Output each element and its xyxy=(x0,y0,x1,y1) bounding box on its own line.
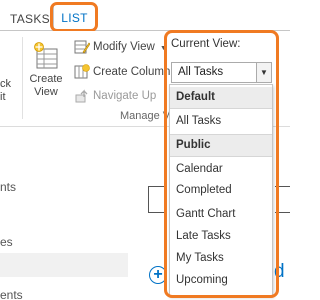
modify-view-label: Modify View xyxy=(93,41,155,53)
tab-highlight-outline xyxy=(50,2,98,32)
create-view-icon xyxy=(34,42,58,69)
create-column-icon xyxy=(74,64,90,79)
ribbon-button-fragment[interactable]: ck xyxy=(0,78,11,91)
ribbon-button-fragment-2: it xyxy=(0,91,6,103)
create-view-label-1: Create xyxy=(29,73,63,85)
dropdown-highlight-outline xyxy=(164,30,279,298)
quick-launch-item-fragment-3[interactable]: ents xyxy=(0,288,23,300)
create-column-label: Create Column xyxy=(93,66,171,78)
modify-view-button[interactable]: Modify View ▼ xyxy=(74,37,167,57)
navigate-up-button[interactable]: Navigate Up xyxy=(74,86,156,106)
create-column-button[interactable]: Create Column xyxy=(74,62,170,82)
navigate-up-icon xyxy=(75,89,88,103)
quick-launch-item-fragment[interactable]: nts xyxy=(0,180,16,194)
create-view-button[interactable]: Create View xyxy=(26,41,66,99)
create-view-label-2: View xyxy=(34,86,58,98)
modify-view-icon xyxy=(74,40,90,54)
quick-launch-selected-row xyxy=(0,253,128,277)
tab-tasks[interactable]: TASKS xyxy=(10,7,50,31)
navigate-up-label: Navigate Up xyxy=(93,90,157,102)
quick-launch-item-fragment-2[interactable]: es xyxy=(0,235,13,249)
ribbon-separator xyxy=(22,37,23,119)
ribbon-tab-bar: TASKS LIST xyxy=(0,0,290,32)
